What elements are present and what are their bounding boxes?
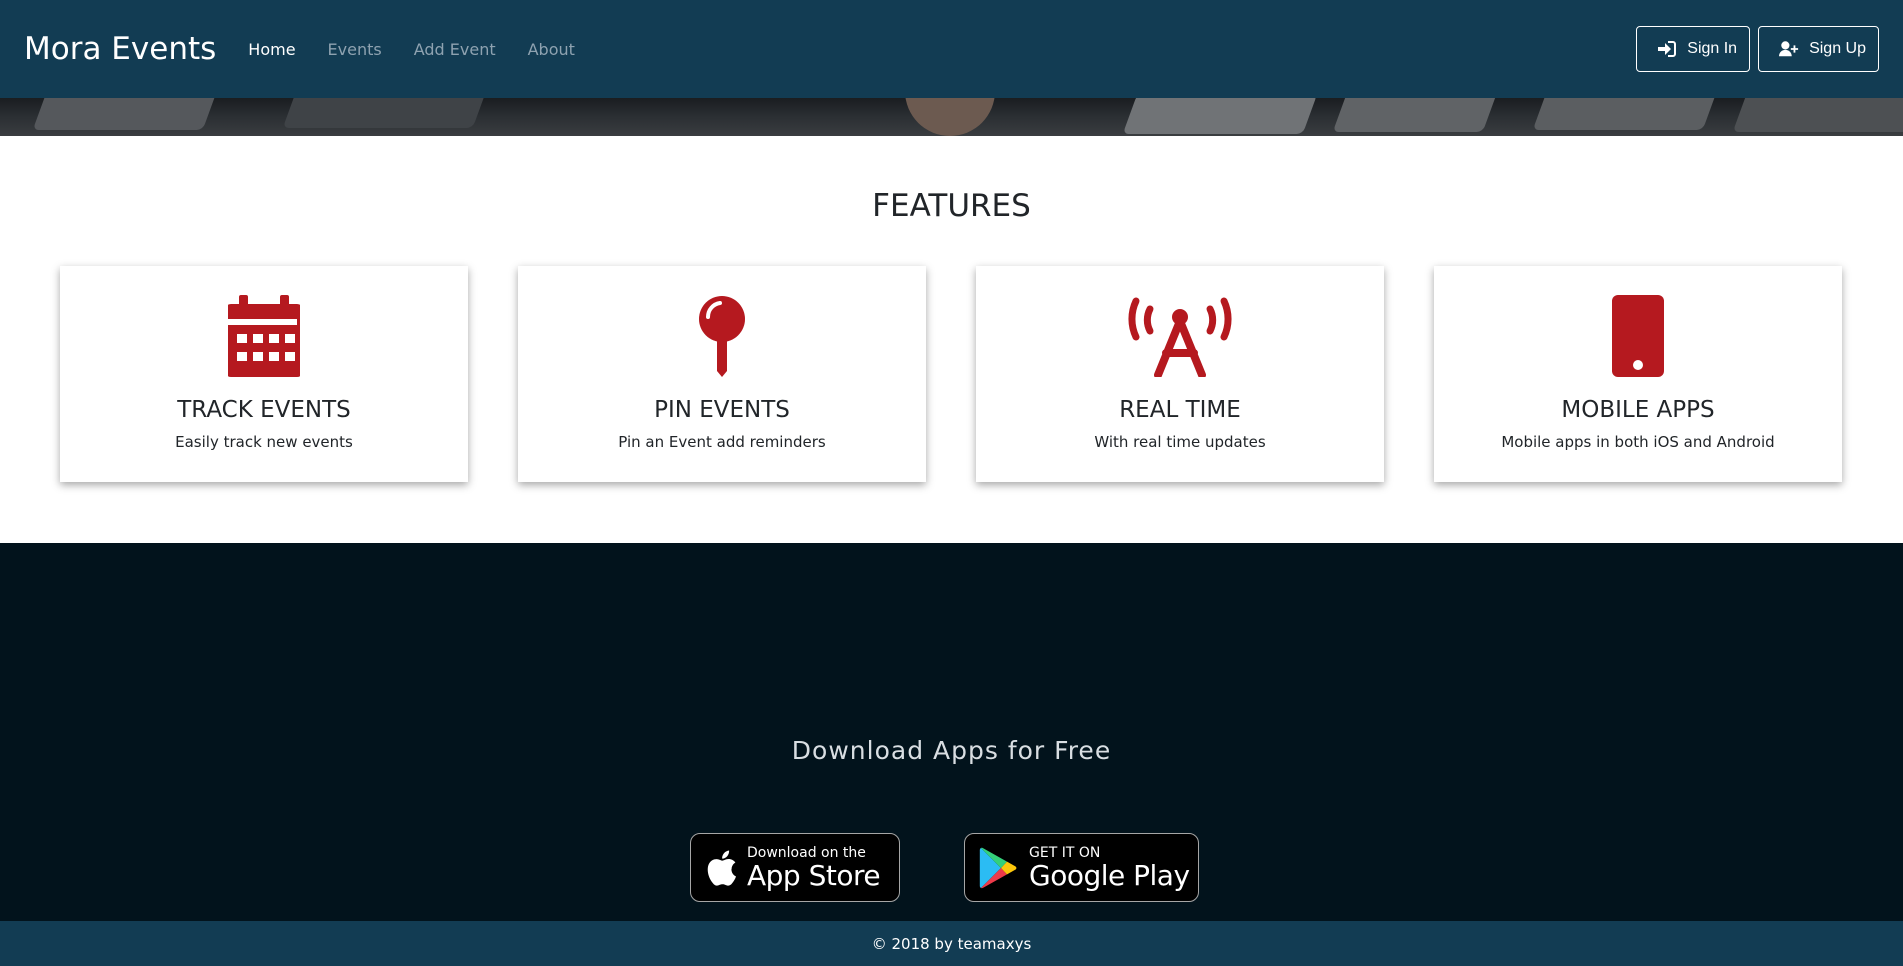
- feature-desc: Mobile apps in both iOS and Android: [1501, 433, 1775, 451]
- copyright-text: © 2018 by teamaxys: [871, 934, 1032, 953]
- sign-up-label: Sign Up: [1809, 40, 1866, 57]
- sign-in-label: Sign In: [1687, 40, 1738, 57]
- app-store-badge[interactable]: Download on the App Store: [690, 833, 900, 902]
- nav-link-home[interactable]: Home: [248, 40, 295, 59]
- nav-link-add-event[interactable]: Add Event: [414, 40, 496, 59]
- brand-logo[interactable]: Mora Events: [24, 31, 216, 67]
- google-play-text: GET IT ON Google Play: [1029, 845, 1190, 891]
- features-title: FEATURES: [872, 188, 1031, 224]
- sign-up-button[interactable]: Sign Up: [1758, 26, 1879, 72]
- google-play-icon: [979, 847, 1017, 888]
- navbar: Mora Events Home Events Add Event About …: [0, 0, 1903, 98]
- sign-in-button[interactable]: Sign In: [1636, 26, 1751, 72]
- feature-title: TRACK EVENTS: [177, 397, 351, 423]
- nav-link-about[interactable]: About: [528, 40, 575, 59]
- store-badges: Download on the App Store GET IT ON Goog…: [690, 833, 1199, 902]
- feature-card-track-events: TRACK EVENTS Easily track new events: [60, 266, 468, 482]
- feature-title: PIN EVENTS: [654, 397, 790, 423]
- feature-desc: With real time updates: [1094, 433, 1266, 451]
- app-store-text: Download on the App Store: [747, 845, 881, 892]
- feature-title: MOBILE APPS: [1561, 397, 1715, 423]
- feature-card-real-time: REAL TIME With real time updates: [976, 266, 1384, 482]
- hero-image: [0, 98, 1903, 136]
- feature-card-mobile-apps: MOBILE APPS Mobile apps in both iOS and …: [1434, 266, 1842, 482]
- calendar-icon: [228, 295, 300, 377]
- app-store-big-label: App Store: [747, 858, 881, 892]
- download-section: Download Apps for Free Download on the A…: [0, 543, 1903, 921]
- apple-icon: [707, 850, 736, 886]
- google-play-big-label: Google Play: [1029, 858, 1190, 892]
- mobile-phone-icon: [1612, 295, 1664, 377]
- features-section: FEATURES TRACK EVENTS Easily track new e…: [0, 136, 1903, 543]
- auth-buttons: Sign In Sign Up: [1636, 26, 1879, 72]
- broadcast-tower-icon: [1128, 295, 1232, 377]
- sign-in-icon: [1658, 41, 1677, 57]
- feature-desc: Pin an Event add reminders: [618, 433, 826, 451]
- google-play-badge[interactable]: GET IT ON Google Play: [964, 833, 1199, 902]
- feature-card-pin-events: PIN EVENTS Pin an Event add reminders: [518, 266, 926, 482]
- feature-cards: TRACK EVENTS Easily track new events PIN…: [60, 266, 1842, 482]
- feature-desc: Easily track new events: [175, 433, 353, 451]
- nav-link-events[interactable]: Events: [328, 40, 382, 59]
- nav-links: Home Events Add Event About: [248, 40, 575, 59]
- user-plus-icon: [1779, 41, 1799, 57]
- footer: © 2018 by teamaxys: [0, 921, 1903, 966]
- pushpin-icon: [698, 295, 746, 377]
- feature-title: REAL TIME: [1119, 397, 1241, 423]
- download-title: Download Apps for Free: [791, 736, 1112, 765]
